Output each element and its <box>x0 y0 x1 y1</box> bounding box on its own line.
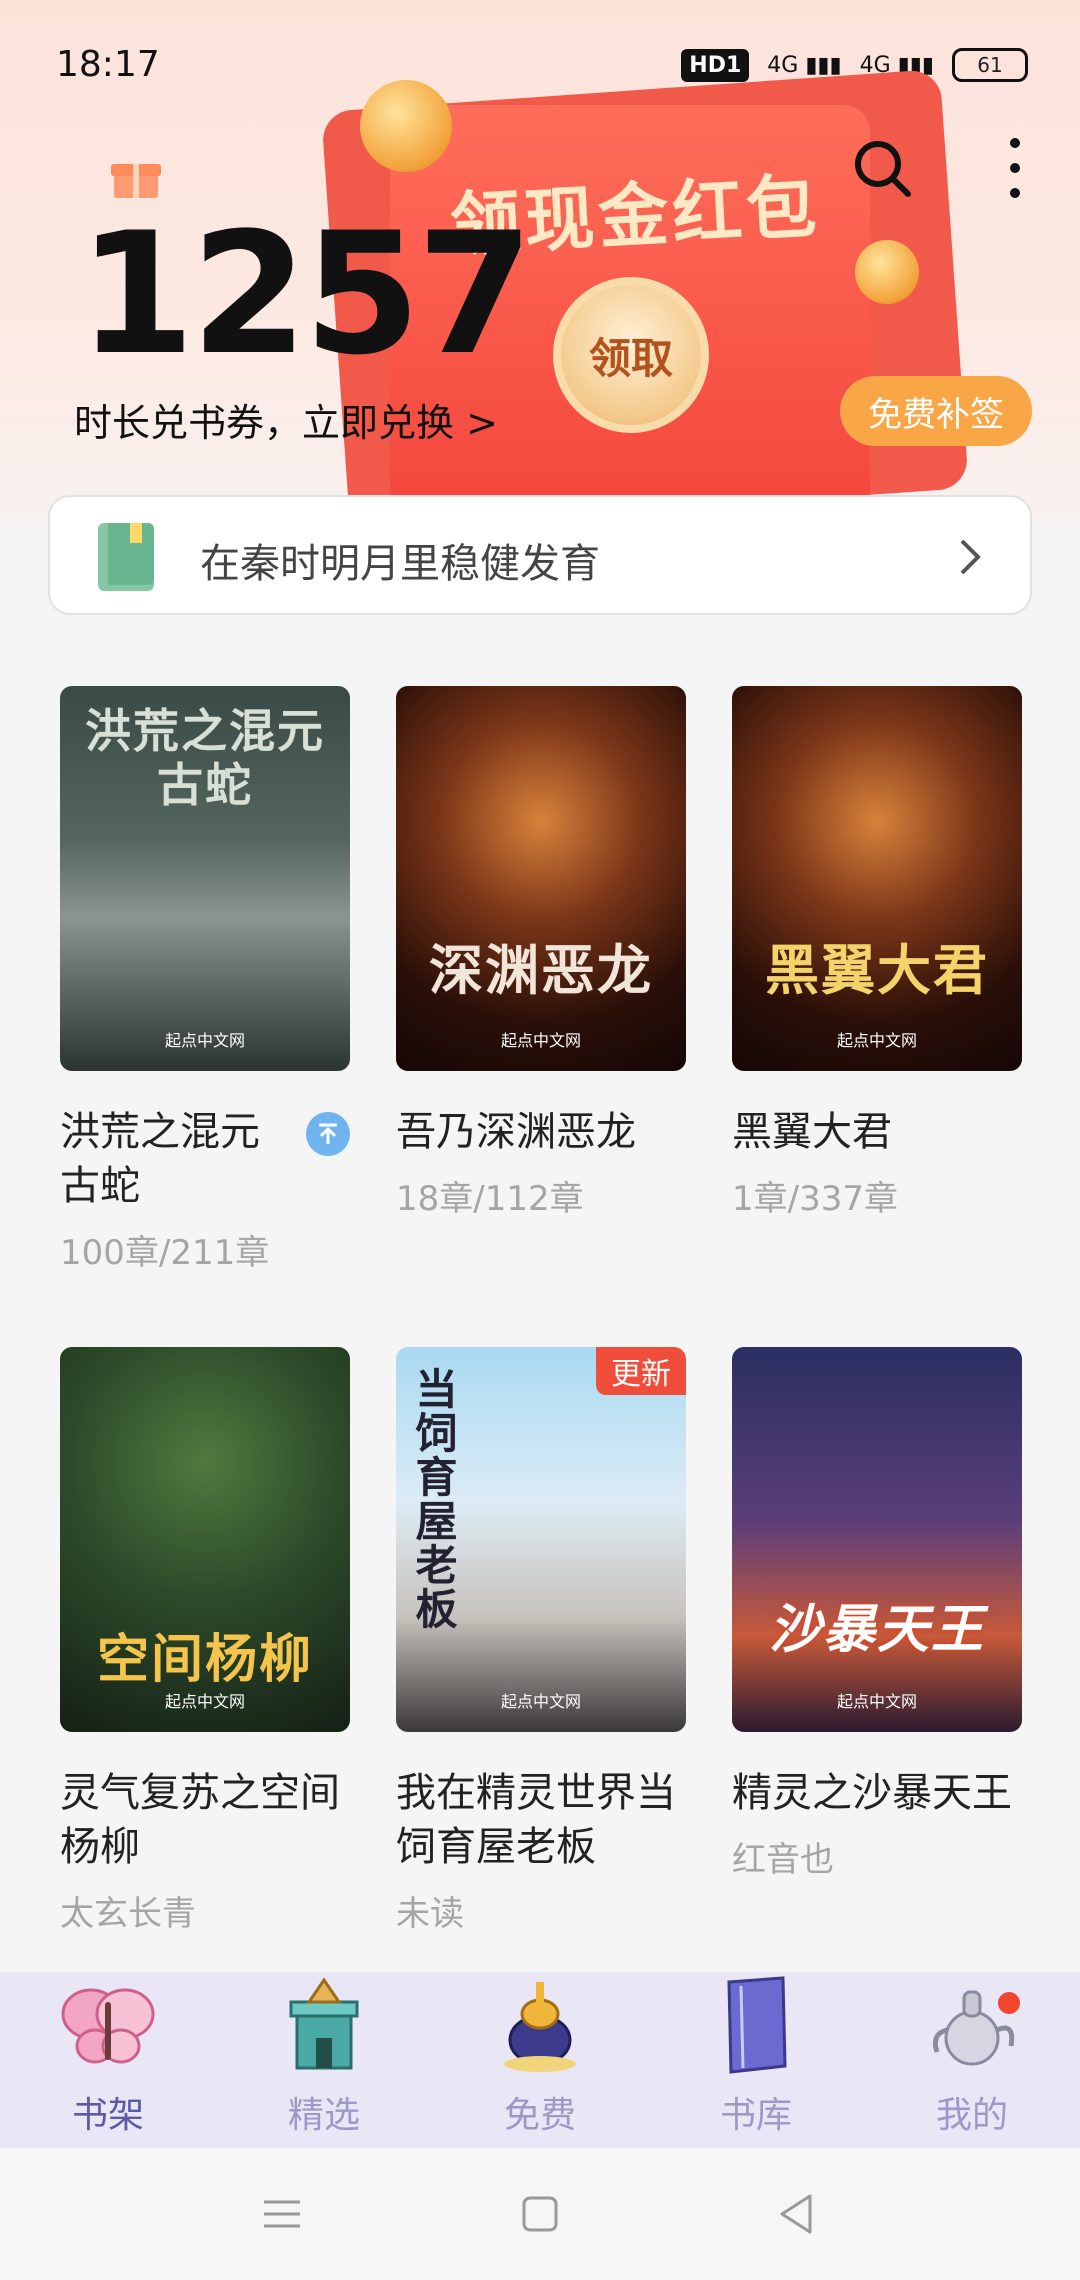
book-title: 我在精灵世界当饲育屋老板 <box>396 1770 676 1870</box>
recommend-bar[interactable]: 在秦时明月里稳健发育 <box>48 495 1032 615</box>
search-icon[interactable] <box>852 138 912 198</box>
book-title: 黑翼大君 <box>732 1109 892 1155</box>
book-title: 吾乃深渊恶龙 <box>396 1109 636 1155</box>
cover-title: 洪荒之混元古蛇 <box>85 704 325 812</box>
cover-publisher: 起点中文网 <box>164 1031 245 1050</box>
nav-item-featured[interactable]: 精选 <box>216 1972 432 2148</box>
cover-publisher: 起点中文网 <box>500 1692 581 1711</box>
nav-item-bookshelf[interactable]: 书架 <box>0 1972 216 2148</box>
cover-title: 当饲育屋老板 <box>409 1367 458 1631</box>
more-menu-icon[interactable] <box>1000 138 1030 198</box>
system-nav-bar <box>0 2148 1080 2280</box>
signal-icon: 4G ▮▮▮ <box>767 52 842 78</box>
free-makeup-sign-button[interactable]: 免费补签 <box>840 376 1032 446</box>
nav-item-free[interactable]: 免费 <box>432 1972 648 2148</box>
book-progress: 1章/337章 <box>732 1179 898 1219</box>
teapot-icon <box>932 1990 1015 2066</box>
book-card[interactable]: 当饲育屋老板 起点中文网 更新 我在精灵世界当饲育屋老板 未读 <box>396 1347 686 1935</box>
book-progress: 未读 <box>396 1894 464 1934</box>
book-cover[interactable]: 当饲育屋老板 起点中文网 更新 <box>396 1347 686 1732</box>
signal-label: 4G <box>767 52 799 78</box>
pin-top-icon <box>306 1112 350 1156</box>
chevron-right-icon <box>960 539 981 575</box>
nav-label: 免费 <box>503 2095 576 2136</box>
book-card[interactable]: 洪荒之混元古蛇 起点中文网 洪荒之混元古蛇 100章/211章 <box>60 686 350 1274</box>
book-title: 洪荒之混元古蛇 <box>60 1109 260 1209</box>
battery-icon: 61 <box>952 48 1028 82</box>
coin-icon <box>360 80 452 172</box>
book-progress: 红音也 <box>732 1840 834 1880</box>
back-icon[interactable] <box>766 2184 826 2244</box>
genie-lamp-icon <box>504 1982 576 2072</box>
cover-title: 沙暴天王 <box>768 1600 985 1660</box>
menu-icon[interactable] <box>252 2184 312 2244</box>
nav-label: 我的 <box>935 2095 1008 2136</box>
nav-label: 书库 <box>719 2095 792 2136</box>
book-cover[interactable]: 深渊恶龙 起点中文网 <box>396 686 686 1071</box>
cover-publisher: 起点中文网 <box>500 1031 581 1050</box>
nav-item-mine[interactable]: 我的 <box>864 1972 1080 2148</box>
status-time: 18:17 <box>56 44 160 85</box>
cover-publisher: 起点中文网 <box>164 1692 245 1711</box>
cover-title: 深渊恶龙 <box>429 939 653 1002</box>
book-icon <box>98 523 154 591</box>
header-banner: 18:17 HD1 4G ▮▮▮ 4G ▮▮▮ 61 领现金红包 领取 1257… <box>0 0 1080 520</box>
cover-publisher: 起点中文网 <box>836 1692 917 1711</box>
update-badge: 更新 <box>596 1347 686 1395</box>
book-card[interactable]: 黑翼大君 起点中文网 黑翼大君 1章/337章 <box>732 686 1022 1220</box>
cover-title: 黑翼大君 <box>765 939 989 1002</box>
cover-publisher: 起点中文网 <box>836 1031 917 1050</box>
gift-icon <box>111 158 161 198</box>
coin-icon <box>855 240 919 304</box>
claim-button[interactable]: 领取 <box>553 277 709 433</box>
book-card[interactable]: 沙暴天王 起点中文网 精灵之沙暴天王 红音也 <box>732 1347 1022 1881</box>
exchange-link[interactable]: 时长兑书券，立即兑换 > <box>74 392 498 447</box>
nav-label: 书架 <box>71 2095 144 2136</box>
book-cover[interactable]: 沙暴天王 起点中文网 <box>732 1347 1022 1732</box>
reading-minutes: 1257 <box>78 196 534 392</box>
nav-label: 精选 <box>287 2095 360 2136</box>
castle-icon <box>289 1977 359 2070</box>
book-progress: 100章/211章 <box>60 1233 270 1273</box>
home-icon[interactable] <box>510 2184 570 2244</box>
butterfly-icon <box>61 1988 155 2064</box>
hd-badge: HD1 <box>681 48 750 82</box>
nav-item-library[interactable]: 书库 <box>648 1972 864 2148</box>
cover-title: 空间杨柳 <box>96 1630 313 1690</box>
recommend-text: 在秦时明月里稳健发育 <box>200 541 600 587</box>
book-cover[interactable]: 空间杨柳 起点中文网 <box>60 1347 350 1732</box>
book-progress: 18章/112章 <box>396 1179 584 1219</box>
book-icon <box>727 1976 787 2074</box>
bottom-nav: 书架 精选 免费 书库 我的 <box>0 1972 1080 2148</box>
book-card[interactable]: 深渊恶龙 起点中文网 吾乃深渊恶龙 18章/112章 <box>396 686 686 1220</box>
book-cover[interactable]: 黑翼大君 起点中文网 <box>732 686 1022 1071</box>
book-cover[interactable]: 洪荒之混元古蛇 起点中文网 <box>60 686 350 1071</box>
notification-dot <box>998 1992 1020 2014</box>
book-card[interactable]: 空间杨柳 起点中文网 灵气复苏之空间杨柳 太玄长青 <box>60 1347 350 1935</box>
book-title: 精灵之沙暴天王 <box>732 1770 1012 1816</box>
book-title: 灵气复苏之空间杨柳 <box>60 1770 340 1870</box>
book-progress: 太玄长青 <box>60 1894 196 1934</box>
